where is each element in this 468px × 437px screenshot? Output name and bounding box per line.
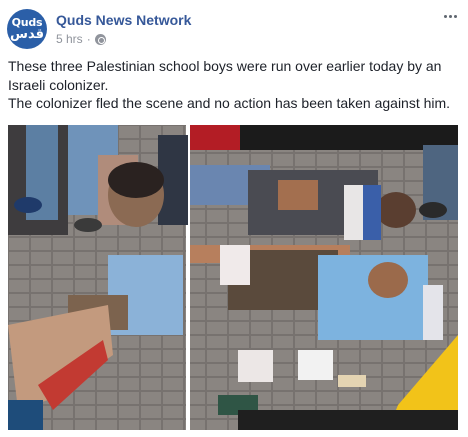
avatar-text-latin: Quds <box>11 15 43 29</box>
photo-illustration <box>8 125 458 430</box>
page-avatar[interactable]: Quds قدس <box>7 9 47 49</box>
avatar-text-arabic: قدس <box>10 26 44 42</box>
post-text-line: These three Palestinian school boys were… <box>8 58 442 93</box>
post-text: These three Palestinian school boys were… <box>8 57 464 113</box>
post-photo[interactable] <box>8 125 458 430</box>
more-options-icon[interactable] <box>440 8 460 24</box>
facebook-post: Quds قدس Quds News Network 5 hrs · These… <box>0 0 468 437</box>
globe-icon[interactable] <box>94 33 106 45</box>
post-meta: 5 hrs · <box>56 32 106 46</box>
meta-separator: · <box>86 32 91 46</box>
post-timestamp[interactable]: 5 hrs <box>56 32 83 46</box>
post-text-line: The colonizer fled the scene and no acti… <box>8 95 451 111</box>
page-name-link[interactable]: Quds News Network <box>56 12 191 28</box>
